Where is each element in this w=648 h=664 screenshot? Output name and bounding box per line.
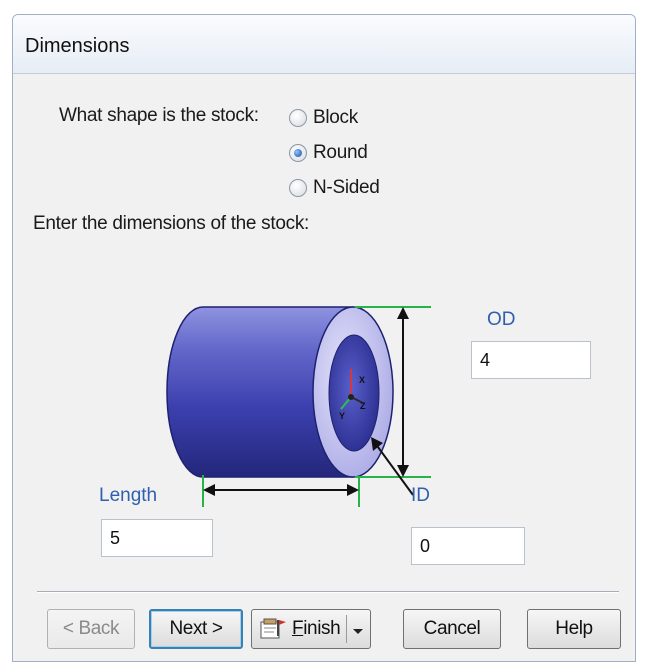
finish-button[interactable]: Finish — [251, 609, 371, 649]
finish-icon — [260, 618, 286, 639]
title-bar: Dimensions — [13, 15, 635, 74]
help-button-label: Help — [555, 618, 593, 639]
next-button-label: Next > — [169, 618, 223, 639]
cylinder-bore — [328, 334, 380, 452]
radio-block-button[interactable] — [289, 109, 307, 127]
chevron-down-icon[interactable] — [353, 628, 364, 634]
radio-n-sided[interactable]: N-Sided — [289, 177, 380, 199]
radio-round[interactable]: Round — [289, 142, 368, 164]
radio-block-label: Block — [313, 107, 358, 128]
dialog-title: Dimensions — [25, 35, 130, 57]
help-button[interactable]: Help — [527, 609, 621, 649]
axis-z-label: Z — [360, 401, 366, 411]
radio-block[interactable]: Block — [289, 107, 358, 129]
od-label: OD — [487, 309, 516, 330]
button-separator — [37, 591, 619, 593]
od-field[interactable]: 4 — [471, 341, 591, 379]
length-field[interactable]: 5 — [101, 519, 213, 557]
id-label: ID — [411, 485, 430, 506]
dimensions-prompt: Enter the dimensions of the stock: — [33, 213, 310, 234]
axis-x-label: X — [359, 375, 365, 385]
finish-split-divider — [346, 615, 348, 643]
radio-round-button[interactable] — [289, 144, 307, 162]
radio-n-sided-button[interactable] — [289, 179, 307, 197]
shape-prompt: What shape is the stock: — [59, 105, 259, 126]
back-button-label: < Back — [62, 618, 120, 639]
radio-round-label: Round — [313, 142, 368, 163]
next-button[interactable]: Next > — [149, 609, 243, 649]
cancel-button[interactable]: Cancel — [403, 609, 501, 649]
axis-y-label: Y — [339, 411, 345, 421]
cancel-button-label: Cancel — [423, 618, 481, 639]
id-field[interactable]: 0 — [411, 527, 525, 565]
length-label: Length — [99, 485, 158, 506]
dimensions-dialog: Dimensions What shape is the stock: Bloc… — [12, 14, 636, 662]
radio-n-sided-label: N-Sided — [313, 177, 380, 198]
back-button[interactable]: < Back — [47, 609, 135, 649]
finish-button-label: Finish — [292, 618, 341, 639]
